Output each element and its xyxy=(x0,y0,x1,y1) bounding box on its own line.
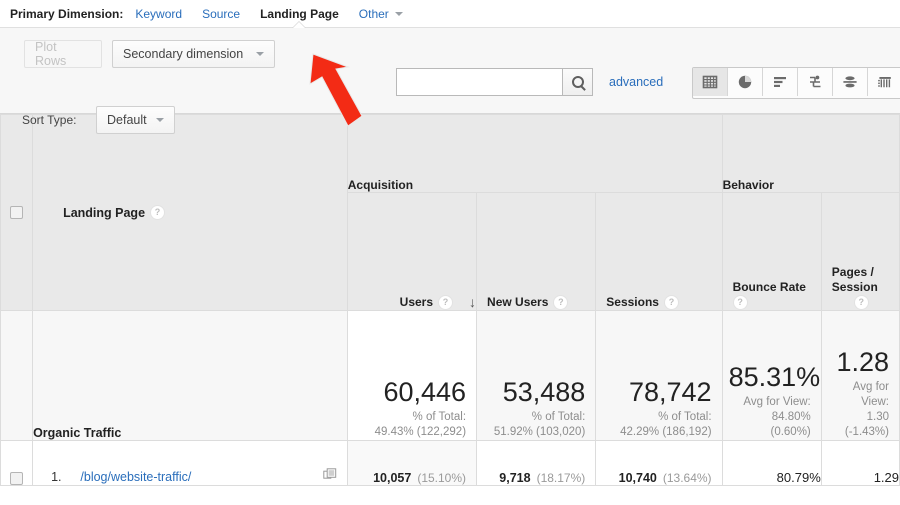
row-checkbox[interactable] xyxy=(10,472,23,485)
row-cell-sessions: 10,740 (13.64%) xyxy=(596,441,722,486)
column-header-bounce-rate[interactable]: Bounce Rate ? xyxy=(722,193,821,311)
totals-cell-pages-session: 1.28 Avg for View: 1.30 (-1.43%) xyxy=(821,311,899,441)
open-in-new-window-icon[interactable] xyxy=(323,468,337,485)
row-new-users-value: 9,718 xyxy=(499,471,530,485)
row-cell-new-users: 9,718 (18.17%) xyxy=(477,441,596,486)
totals-users-subvalue: 49.43% (122,292) xyxy=(348,425,476,440)
row-sessions-value: 10,740 xyxy=(619,471,657,485)
row-page-link[interactable]: /blog/website-traffic/ xyxy=(80,470,191,484)
totals-bounce-rate-value: 85.31% xyxy=(723,348,821,392)
totals-label: Organic Traffic xyxy=(33,426,121,440)
performance-bar-view-icon[interactable] xyxy=(763,68,798,96)
totals-bounce-rate-sublabel: Avg for View: xyxy=(723,392,821,410)
chevron-down-icon xyxy=(256,52,264,56)
column-header-pages-session-label: Pages / Session xyxy=(832,265,899,295)
dimension-header-label: Landing Page xyxy=(63,206,145,220)
comparison-view-icon[interactable] xyxy=(798,68,833,96)
totals-cell-users: 60,446 % of Total: 49.43% (122,292) xyxy=(347,311,476,441)
column-header-bounce-rate-label: Bounce Rate xyxy=(733,280,806,294)
totals-sessions-subvalue: 42.29% (186,192) xyxy=(596,425,721,440)
column-header-new-users-label: New Users xyxy=(487,295,548,309)
totals-new-users-sublabel: % of Total: xyxy=(477,407,595,425)
help-icon[interactable]: ? xyxy=(553,295,568,310)
sort-descending-arrow[interactable]: ↓ xyxy=(469,296,476,309)
chevron-down-icon[interactable] xyxy=(395,12,403,16)
analytics-data-table: Landing Page ? Acquisition Behavior User… xyxy=(0,114,900,486)
totals-cell-bounce-rate: 85.31% Avg for View: 84.80% (0.60%) xyxy=(722,311,821,441)
row-index: 1. xyxy=(33,470,77,484)
table-totals-row: Organic Traffic 60,446 % of Total: 49.43… xyxy=(1,311,900,441)
totals-cell-new-users: 53,488 % of Total: 51.92% (103,020) xyxy=(477,311,596,441)
advanced-link[interactable]: advanced xyxy=(609,75,663,89)
terms-cloud-view-icon[interactable] xyxy=(868,68,900,96)
row-new-users-pct: (18.17%) xyxy=(537,471,586,485)
column-header-sessions[interactable]: Sessions? xyxy=(596,193,722,311)
sort-type-button[interactable]: Default xyxy=(96,106,175,134)
totals-cell-sessions: 78,742 % of Total: 42.29% (186,192) xyxy=(596,311,722,441)
chevron-down-icon xyxy=(156,118,164,122)
row-dimension-cell: 1. /blog/website-traffic/ xyxy=(33,441,348,486)
column-header-new-users[interactable]: New Users? xyxy=(477,193,596,311)
help-icon[interactable]: ? xyxy=(664,295,679,310)
totals-pages-session-subvalue: 1.30 (-1.43%) xyxy=(822,410,899,440)
row-pages-session-value: 1.29 xyxy=(874,470,899,485)
pie-chart-view-icon[interactable] xyxy=(728,68,763,96)
totals-bounce-rate-subvalue: 84.80% (0.60%) xyxy=(723,410,821,440)
group-header-acquisition: Acquisition xyxy=(347,115,722,193)
totals-sessions-sublabel: % of Total: xyxy=(596,407,721,425)
secondary-dimension-button[interactable]: Secondary dimension xyxy=(112,40,275,68)
search-button[interactable] xyxy=(562,68,593,96)
totals-users-value: 60,446 xyxy=(348,363,476,407)
select-all-checkbox[interactable] xyxy=(10,206,23,219)
secondary-dimension-label: Secondary dimension xyxy=(123,47,243,61)
table-view-icon[interactable] xyxy=(693,68,728,96)
help-icon[interactable]: ? xyxy=(854,295,869,310)
group-header-behavior: Behavior xyxy=(722,115,899,193)
help-icon[interactable]: ? xyxy=(150,205,165,220)
totals-pages-session-value: 1.28 xyxy=(822,333,899,377)
plot-rows-button[interactable]: Plot Rows xyxy=(24,40,102,68)
help-icon[interactable]: ? xyxy=(733,295,748,310)
search-box xyxy=(396,68,593,96)
sort-type-label: Sort Type: xyxy=(22,113,76,127)
primary-dimension-bar: Primary Dimension: Keyword Source Landin… xyxy=(0,0,900,28)
primary-dimension-other[interactable]: Other xyxy=(359,7,389,21)
column-header-sessions-label: Sessions xyxy=(606,295,659,309)
totals-pages-session-sublabel: Avg for View: xyxy=(822,377,899,410)
primary-dimension-landing-page-label: Landing Page xyxy=(260,7,339,21)
row-checkbox-cell xyxy=(1,441,33,486)
magnifier-icon xyxy=(572,76,584,88)
row-cell-bounce-rate: 80.79% xyxy=(722,441,821,486)
totals-label-cell: Organic Traffic xyxy=(33,311,348,441)
totals-new-users-subvalue: 51.92% (103,020) xyxy=(477,425,595,440)
totals-users-sublabel: % of Total: xyxy=(348,407,476,425)
row-bounce-rate-value: 80.79% xyxy=(777,470,821,485)
row-cell-users: 10,057 (15.10%) xyxy=(347,441,476,486)
view-type-button-group xyxy=(692,67,900,99)
row-cell-pages-session: 1.29 xyxy=(821,441,899,486)
column-header-users-label: Users xyxy=(400,295,433,309)
totals-sessions-value: 78,742 xyxy=(596,363,721,407)
row-sessions-pct: (13.64%) xyxy=(663,471,712,485)
search-input[interactable] xyxy=(396,68,562,96)
column-header-pages-session[interactable]: Pages / Session ? xyxy=(821,193,899,311)
primary-dimension-source[interactable]: Source xyxy=(202,7,240,21)
pivot-view-icon[interactable] xyxy=(833,68,868,96)
primary-dimension-landing-page[interactable]: Landing Page xyxy=(260,7,339,21)
select-all-cell xyxy=(1,115,33,311)
primary-dimension-label: Primary Dimension: xyxy=(10,7,123,21)
totals-new-users-value: 53,488 xyxy=(477,363,595,407)
row-users-pct: (15.10%) xyxy=(417,471,466,485)
sort-type-value: Default xyxy=(107,113,147,127)
dimension-header-cell: Landing Page ? xyxy=(33,115,348,311)
help-icon[interactable]: ? xyxy=(438,295,453,310)
primary-dimension-keyword[interactable]: Keyword xyxy=(135,7,182,21)
table-row[interactable]: 1. /blog/website-traffic/ 10,057 (15.10%… xyxy=(1,441,900,486)
column-header-users[interactable]: Users? ↓ xyxy=(347,193,476,311)
row-users-value: 10,057 xyxy=(373,471,411,485)
totals-checkbox-cell xyxy=(1,311,33,441)
table-controls-toolbar: Plot Rows Secondary dimension Sort Type:… xyxy=(0,28,900,114)
